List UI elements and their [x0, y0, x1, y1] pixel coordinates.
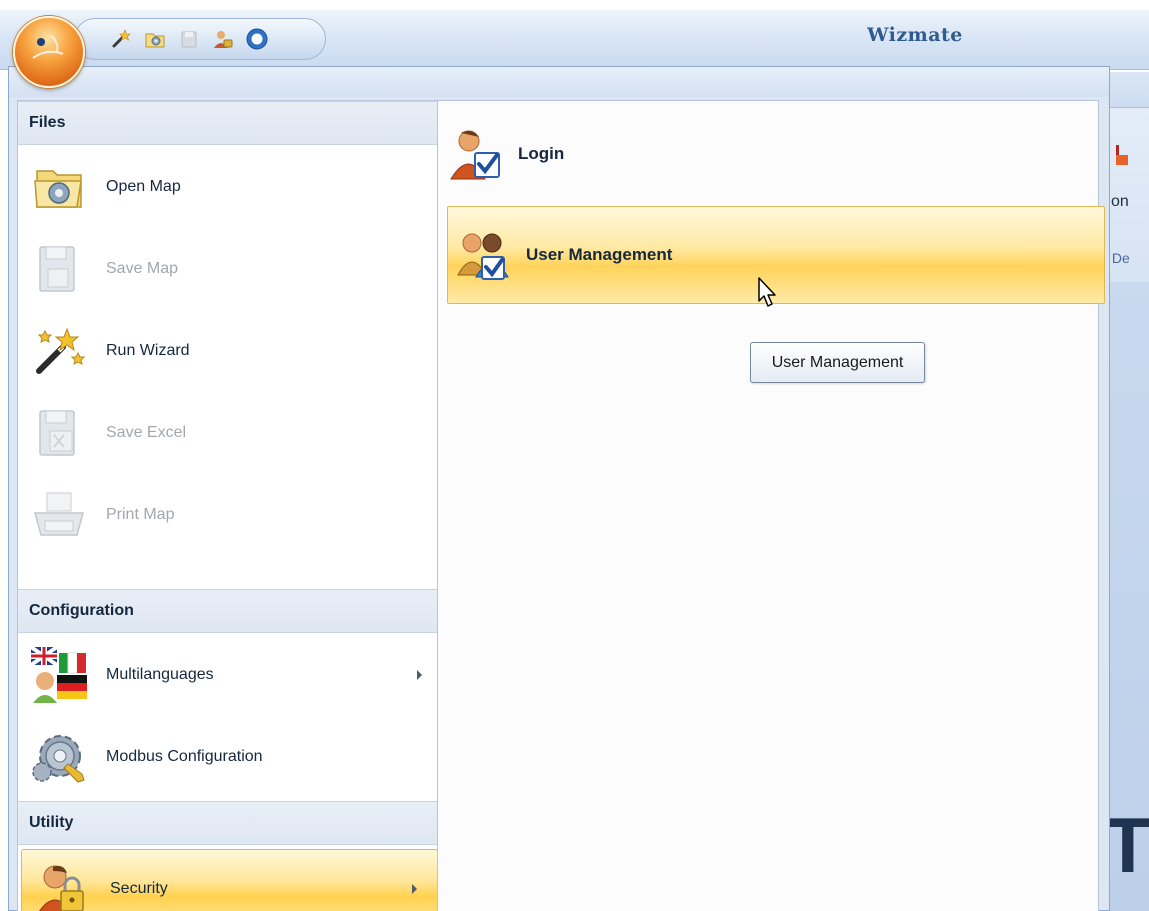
wand-icon[interactable]	[109, 27, 133, 51]
quick-access-toolbar	[74, 18, 326, 60]
menu-item-label: Run Wizard	[106, 342, 190, 359]
app-title: Wizmate	[867, 24, 963, 46]
menu-item-save-excel[interactable]: Save Excel	[18, 392, 442, 474]
submenu-arrow-icon	[417, 670, 422, 680]
save-map-icon	[28, 238, 90, 300]
menu-item-print-map[interactable]: Print Map	[18, 474, 442, 556]
submenu-item-login[interactable]: Login	[440, 105, 1096, 203]
menu-item-run-wizard[interactable]: Run Wizard	[18, 310, 442, 392]
menu-item-label: Security	[110, 880, 168, 897]
gears-icon	[28, 726, 90, 788]
menu-item-open-map[interactable]: Open Map	[18, 146, 442, 228]
workspace-glyph: T	[1104, 801, 1149, 889]
submenu-pane: Login User Management	[437, 100, 1105, 911]
menu-item-label: Print Map	[106, 506, 175, 523]
user-security-icon[interactable]	[211, 27, 235, 51]
ribbon-button-icon	[1116, 145, 1128, 165]
submenu-arrow-icon	[412, 884, 417, 894]
app-logo-icon	[32, 35, 64, 59]
menu-item-multilanguages[interactable]: Multilanguages	[18, 634, 442, 716]
save-excel-icon	[28, 402, 90, 464]
submenu-item-label: User Management	[526, 245, 673, 264]
menu-item-label: Multilanguages	[106, 666, 214, 683]
flags-icon	[28, 644, 90, 706]
section-header-utility: Utility	[18, 801, 442, 845]
printer-icon	[28, 484, 90, 546]
save-icon[interactable]	[177, 27, 201, 51]
section-header-files: Files	[18, 101, 442, 145]
wizard-wand-icon	[28, 320, 90, 382]
menu-top-bar	[9, 67, 1109, 97]
title-bar: Wizmate	[0, 10, 1149, 70]
section-header-configuration: Configuration	[18, 589, 442, 633]
user-lock-icon	[32, 858, 94, 911]
users-check-icon	[456, 227, 512, 283]
application-orb-button[interactable]	[13, 16, 85, 88]
circle-icon[interactable]	[245, 27, 269, 51]
application-menu: Files Open Map Save Map Run Wizard Save …	[8, 66, 1110, 911]
user-check-icon	[448, 126, 504, 182]
menu-item-modbus-configuration[interactable]: Modbus Configuration	[18, 716, 442, 798]
open-map-icon	[28, 156, 90, 218]
menu-item-label: Modbus Configuration	[106, 748, 263, 765]
mouse-cursor-icon	[758, 277, 776, 307]
menu-item-security[interactable]: Security	[21, 849, 438, 911]
open-folder-icon[interactable]	[143, 27, 167, 51]
menu-commands-pane: Files Open Map Save Map Run Wizard Save …	[17, 100, 443, 911]
menu-item-label: Save Excel	[106, 424, 187, 441]
tooltip: User Management	[750, 342, 925, 383]
menu-item-label: Save Map	[106, 260, 179, 277]
menu-item-label: Open Map	[106, 178, 181, 195]
submenu-item-label: Login	[518, 144, 565, 163]
menu-item-save-map[interactable]: Save Map	[18, 228, 442, 310]
